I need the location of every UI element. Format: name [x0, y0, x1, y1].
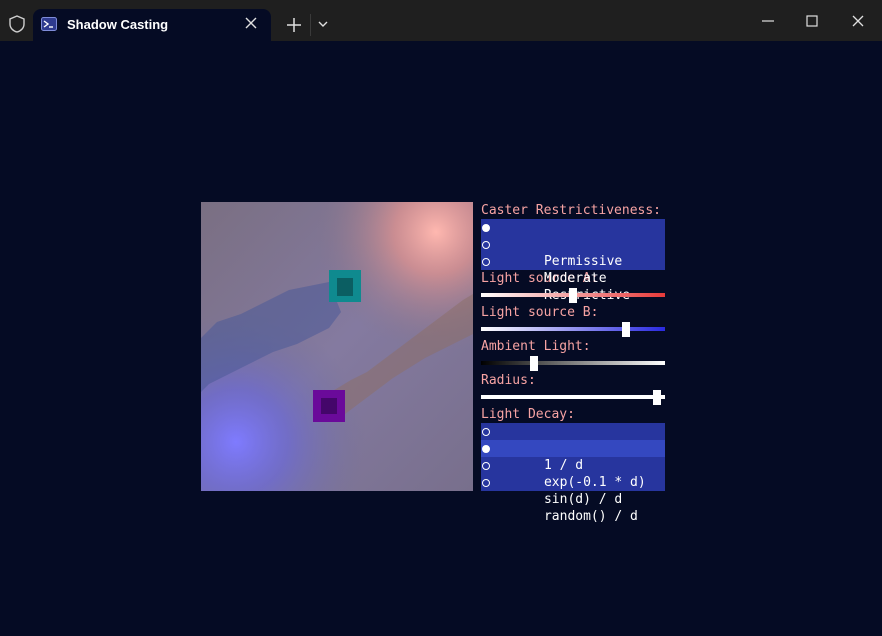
- slider-track[interactable]: [481, 327, 665, 331]
- caster-restrictiveness-label: Caster Restrictiveness:: [481, 203, 662, 218]
- slider-track[interactable]: [481, 361, 665, 365]
- option-label: Moderate: [543, 271, 607, 286]
- radio-icon: [482, 241, 490, 249]
- close-icon[interactable]: [245, 17, 257, 29]
- decay-option-random[interactable]: random() / d: [481, 474, 665, 524]
- title-bar: Shadow Casting: [0, 0, 882, 41]
- terminal-icon: [41, 17, 57, 31]
- slider-thumb[interactable]: [622, 322, 630, 337]
- tab-separator: [310, 14, 311, 36]
- light-source-b-slider[interactable]: [481, 321, 665, 338]
- slider-track[interactable]: [481, 395, 665, 399]
- light-decay-label: Light Decay:: [481, 407, 575, 422]
- radio-icon: [482, 258, 490, 266]
- decay-option-sinc[interactable]: sin(d) / d: [481, 457, 665, 507]
- radio-selected-icon: [482, 224, 490, 232]
- caster-option-permissive[interactable]: Permissive: [481, 219, 665, 269]
- decay-option-inverse[interactable]: 1 / d: [481, 423, 665, 473]
- radius-slider[interactable]: [481, 389, 665, 406]
- option-label: random() / d: [543, 509, 638, 524]
- radio-icon: [482, 479, 490, 487]
- ambient-light-label: Ambient Light:: [481, 339, 591, 354]
- light-decay-group: 1 / d exp(-0.1 * d) sin(d) / d random() …: [481, 423, 665, 524]
- option-label: sin(d) / d: [543, 492, 623, 507]
- tab-shadow-casting[interactable]: Shadow Casting: [33, 9, 271, 41]
- control-panel: Caster Restrictiveness: Permissive Moder…: [481, 202, 665, 524]
- chevron-down-icon[interactable]: [318, 21, 328, 28]
- shadow-casting-scene[interactable]: [201, 202, 473, 491]
- radius-label: Radius:: [481, 373, 536, 388]
- caster-option-restrictive[interactable]: Restrictive: [481, 253, 665, 303]
- ambient-light-slider[interactable]: [481, 355, 665, 372]
- light-source-a-slider[interactable]: [481, 287, 665, 304]
- radio-selected-icon: [482, 445, 490, 453]
- decay-option-exponential[interactable]: exp(-0.1 * d): [481, 440, 665, 490]
- caster-restrictiveness-group: Permissive Moderate Restrictive: [481, 219, 665, 303]
- slider-thumb[interactable]: [569, 288, 577, 303]
- slider-thumb[interactable]: [653, 390, 661, 405]
- radio-icon: [482, 462, 490, 470]
- tab-title: Shadow Casting: [67, 17, 169, 32]
- caster-option-moderate[interactable]: Moderate: [481, 236, 665, 286]
- minimize-icon[interactable]: [761, 14, 775, 28]
- shield-icon[interactable]: [7, 14, 27, 34]
- plus-icon[interactable]: [287, 18, 301, 32]
- slider-thumb[interactable]: [530, 356, 538, 371]
- radio-icon: [482, 428, 490, 436]
- maximize-icon[interactable]: [805, 14, 819, 28]
- close-window-icon[interactable]: [851, 14, 865, 28]
